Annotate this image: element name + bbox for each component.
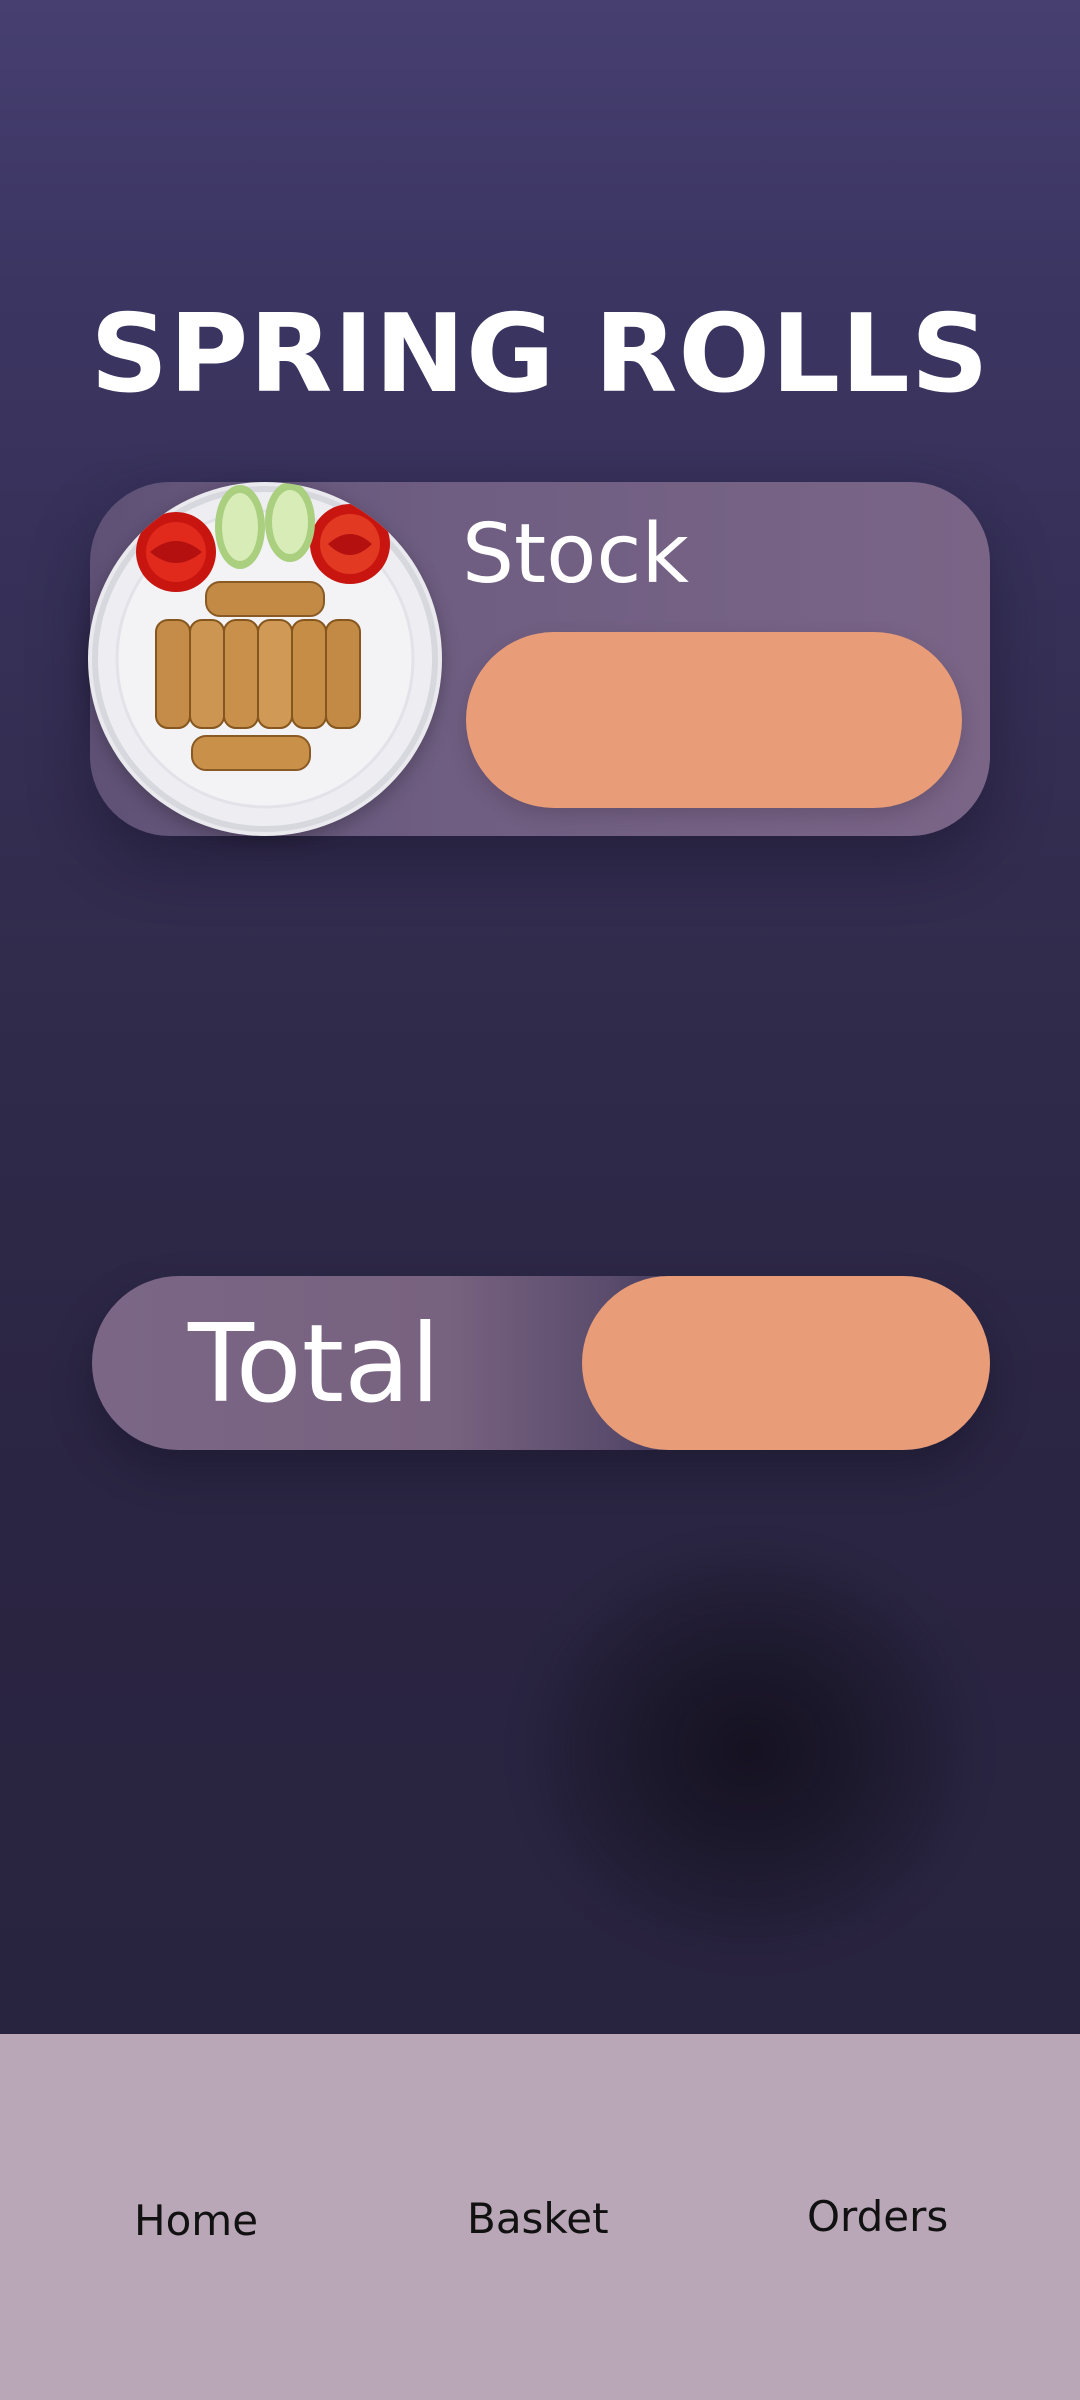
nav-item-basket[interactable]: Basket bbox=[467, 2194, 609, 2244]
stock-value-field[interactable] bbox=[466, 632, 962, 808]
stock-label: Stock bbox=[462, 507, 689, 602]
total-value-field[interactable] bbox=[582, 1276, 990, 1450]
nav-item-orders[interactable]: Orders bbox=[807, 2192, 948, 2242]
total-label: Total bbox=[188, 1302, 441, 1427]
plate-illustration bbox=[92, 482, 438, 832]
nav-item-home[interactable]: Home bbox=[134, 2196, 258, 2246]
page-title: SPRING ROLLS bbox=[90, 292, 990, 417]
spring-rolls-image bbox=[88, 482, 442, 836]
background-shadow bbox=[520, 1540, 980, 1960]
